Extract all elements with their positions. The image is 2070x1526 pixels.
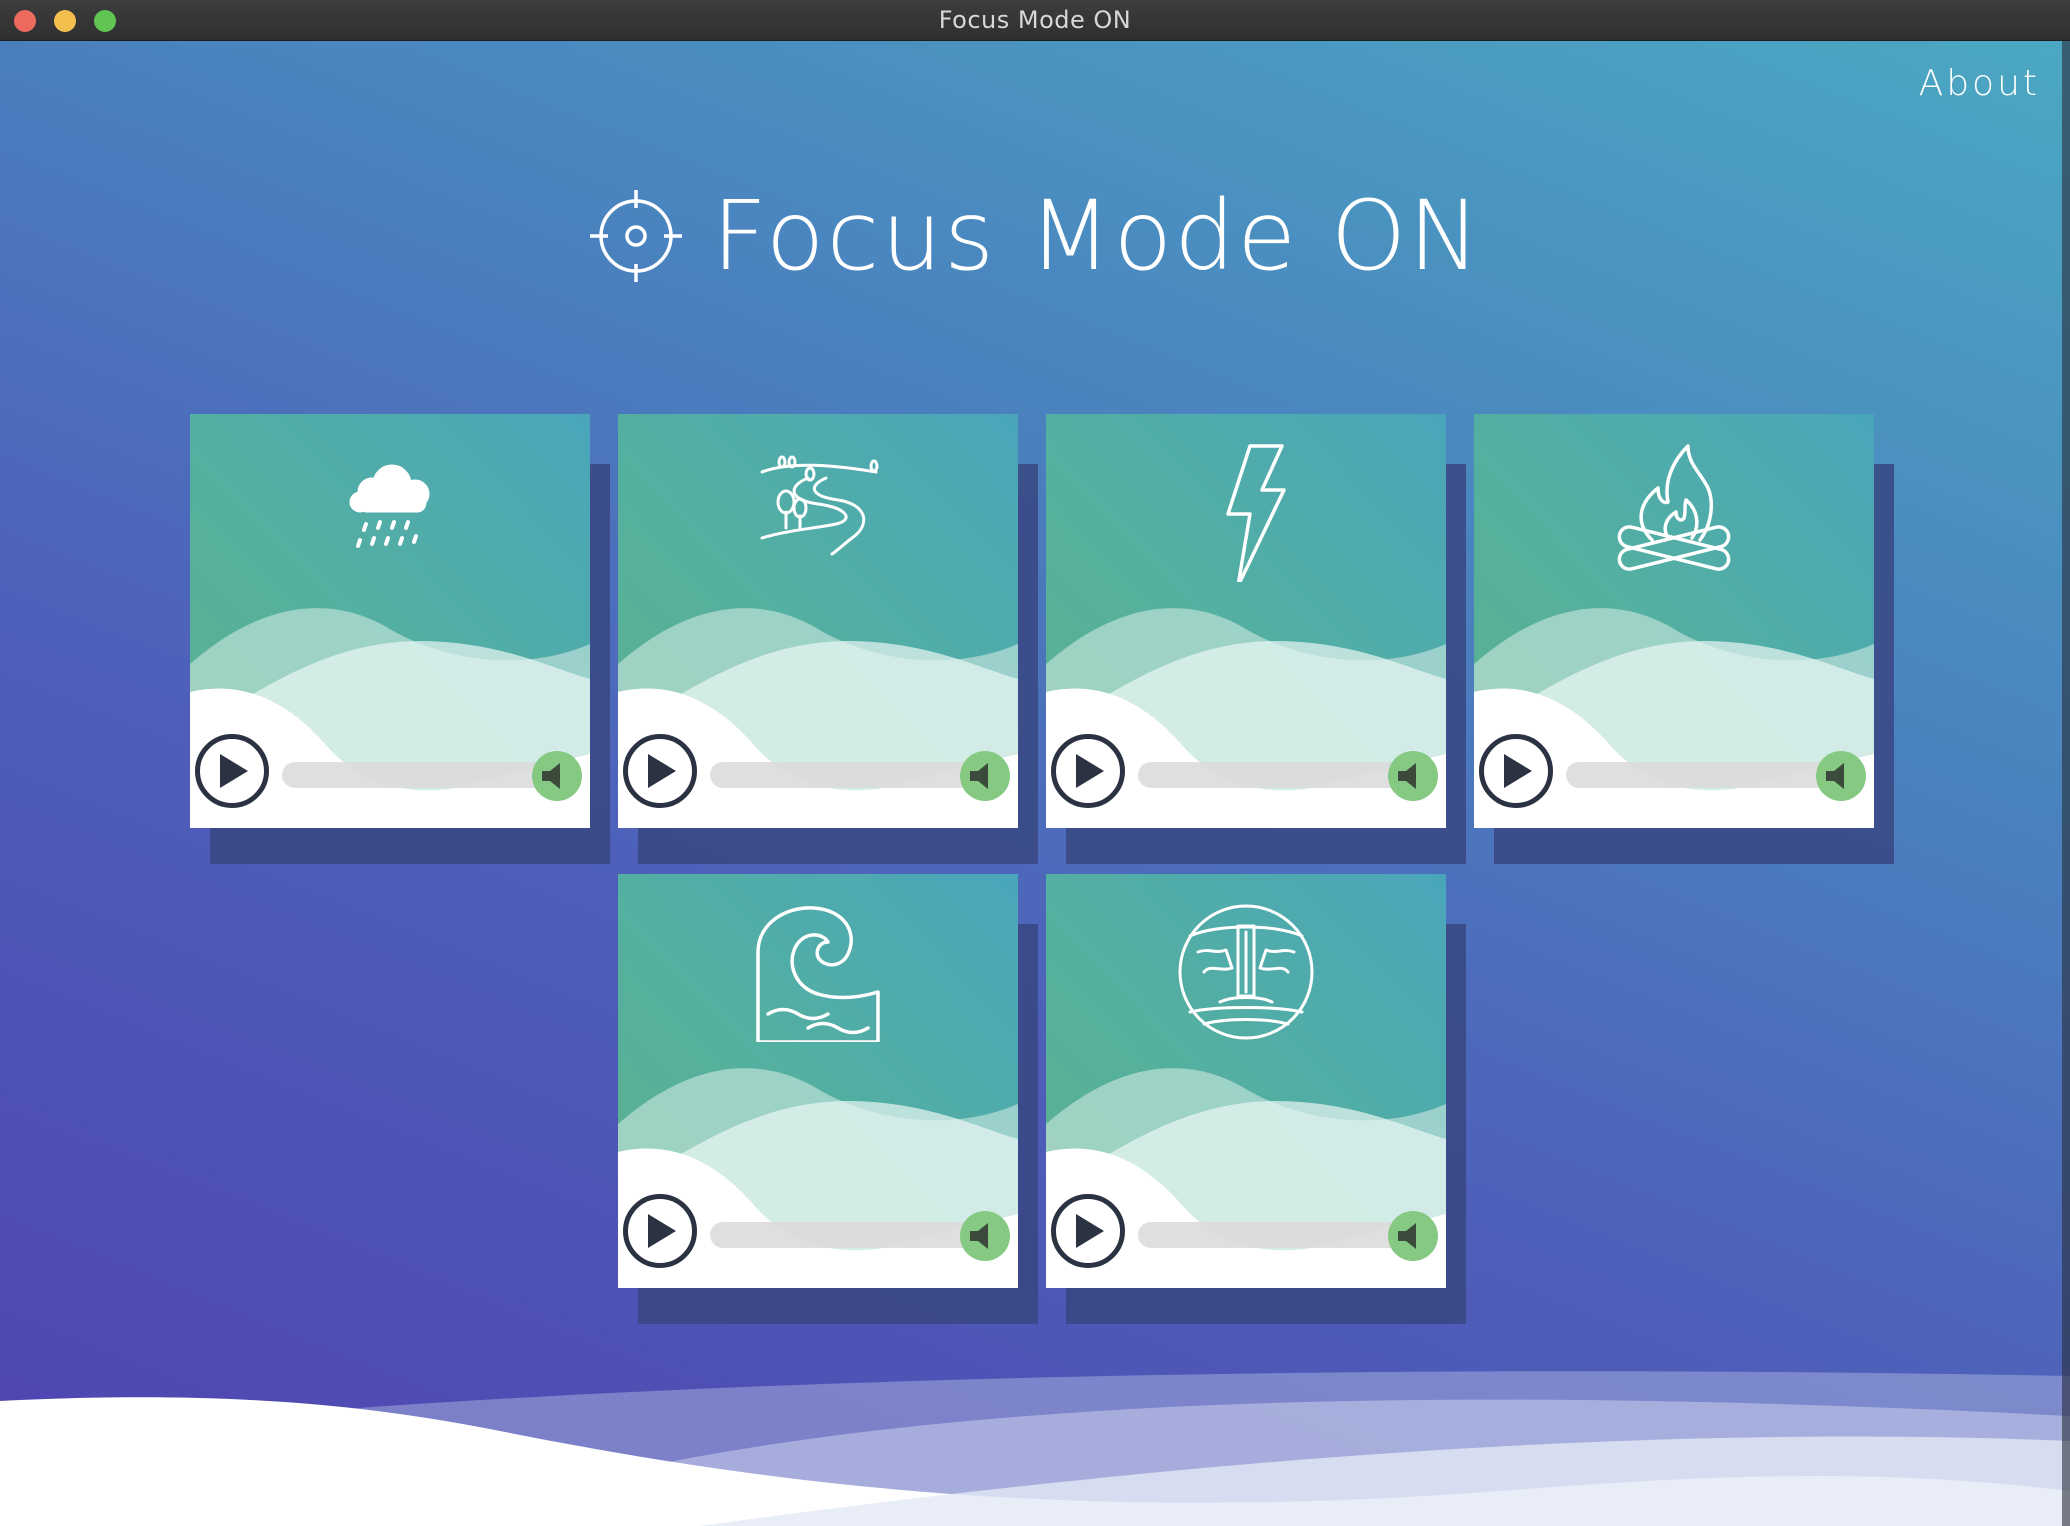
crosshair-icon [589,190,682,282]
page-title: Focus Mode ON [0,176,2070,296]
campfire-icon [1617,444,1731,571]
play-icon [1076,1214,1104,1248]
speaker-icon [1398,1223,1416,1249]
play-button[interactable] [195,734,269,808]
volume-slider[interactable] [282,762,548,788]
play-icon [648,1214,676,1248]
volume-slider[interactable] [1138,1222,1404,1248]
volume-slider[interactable] [1566,762,1832,788]
window-edge [2062,41,2070,1526]
app-content: About Focus Mode ON [0,41,2070,1526]
window-titlebar: Focus Mode ON [0,0,2070,41]
lightning-bolt-icon [1226,444,1286,582]
volume-handle[interactable] [1816,751,1866,801]
sound-card-campfire [1474,414,1874,828]
volume-handle[interactable] [1388,1211,1438,1261]
sound-card-thunder [1046,414,1446,828]
play-icon [1504,754,1532,788]
sound-card-waterfall [1046,874,1446,1288]
play-icon [220,754,248,788]
volume-slider[interactable] [710,762,976,788]
volume-handle[interactable] [532,751,582,801]
rain-cloud-icon [349,464,430,548]
play-icon [1076,754,1104,788]
play-button[interactable] [1051,1194,1125,1268]
play-button[interactable] [1051,734,1125,808]
volume-slider[interactable] [1138,762,1404,788]
sound-card-countryside [618,414,1018,828]
sound-card-ocean [618,874,1018,1288]
ocean-wave-icon [756,906,880,1042]
speaker-icon [1398,763,1416,789]
speaker-icon [970,763,988,789]
volume-handle[interactable] [960,1211,1010,1261]
countryside-road-icon [760,455,879,556]
play-button[interactable] [623,1194,697,1268]
volume-slider[interactable] [710,1222,976,1248]
speaker-icon [1826,763,1844,789]
speaker-icon [542,763,560,789]
play-button[interactable] [1479,734,1553,808]
play-button[interactable] [623,734,697,808]
about-link[interactable]: About [1919,63,2040,104]
speaker-icon [970,1223,988,1249]
bottom-waves [0,1371,2070,1526]
page-title-text: Focus Mode ON [711,180,1483,292]
volume-handle[interactable] [1388,751,1438,801]
play-icon [648,754,676,788]
waterfall-icon [1178,904,1314,1040]
sound-card-rain [190,414,590,828]
window-title: Focus Mode ON [938,6,1132,34]
volume-handle[interactable] [960,751,1010,801]
